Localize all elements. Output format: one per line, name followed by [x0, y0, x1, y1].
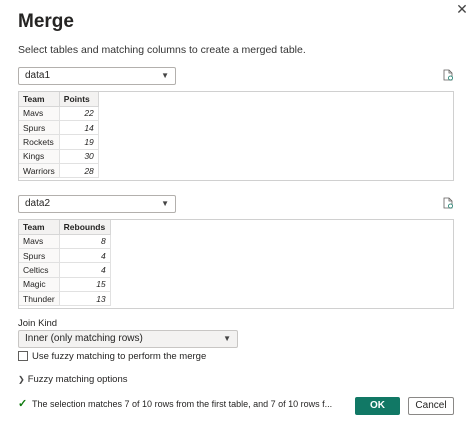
dialog-subtitle: Select tables and matching columns to cr…	[18, 44, 306, 56]
table1-cell-team: Warriors	[19, 163, 60, 179]
table-row: Mavs 8	[19, 234, 111, 249]
check-icon: ✓	[18, 398, 28, 410]
table1-cell-team: Kings	[19, 149, 60, 165]
table1-dropdown[interactable]: data1 ▼	[18, 67, 176, 85]
table2-cell-rebounds: 4	[59, 248, 111, 264]
table1-cell-points: 22	[59, 106, 99, 121]
table1-cell-points: 14	[59, 120, 99, 136]
chevron-right-icon: ❯	[18, 375, 25, 384]
table1-cell-points: 28	[59, 163, 99, 179]
table1-grid: Team Points Mavs 22 Spurs 14 Rockets 19	[19, 92, 99, 179]
table2-cell-rebounds: 8	[59, 234, 111, 249]
table1-cell-points: 30	[59, 149, 99, 165]
table2-cell-rebounds: 4	[59, 262, 111, 278]
chevron-down-icon: ▼	[161, 199, 169, 208]
refresh-preview-icon[interactable]	[442, 69, 454, 81]
fuzzy-options-label: Fuzzy matching options	[27, 374, 128, 385]
table-row: Celtics 4	[19, 262, 111, 278]
table-row: Spurs 14	[19, 120, 99, 136]
table2-cell-team: Thunder	[19, 291, 60, 307]
table2-cell-team: Mavs	[19, 234, 60, 249]
table-row: Rockets 19	[19, 134, 99, 150]
table2-cell-team: Spurs	[19, 248, 60, 264]
table-row: Kings 30	[19, 149, 99, 165]
chevron-down-icon: ▼	[223, 334, 231, 343]
table2-dropdown-value: data2	[25, 198, 51, 209]
table1-cell-team: Rockets	[19, 134, 60, 150]
table-row: Mavs 22	[19, 106, 99, 121]
join-kind-value: Inner (only matching rows)	[25, 333, 143, 344]
table2-header-team[interactable]: Team	[19, 220, 60, 235]
refresh-preview-icon[interactable]	[442, 197, 454, 209]
table1-dropdown-value: data1	[25, 70, 51, 81]
table1-header-points[interactable]: Points	[59, 92, 99, 107]
chevron-down-icon: ▼	[161, 71, 169, 80]
table2-cell-rebounds: 15	[59, 277, 111, 293]
table2-dropdown[interactable]: data2 ▼	[18, 195, 176, 213]
table1-header-team[interactable]: Team	[19, 92, 60, 107]
ok-button[interactable]: OK	[355, 397, 400, 415]
cancel-button[interactable]: Cancel	[408, 397, 454, 415]
fuzzy-matching-options-toggle[interactable]: ❯ Fuzzy matching options	[18, 374, 128, 385]
table2-grid: Team Rebounds Mavs 8 Spurs 4 Celtics 4 M…	[19, 220, 111, 307]
merge-dialog: ✕ Merge Select tables and matching colum…	[0, 0, 474, 434]
table2-cell-team: Celtics	[19, 262, 60, 278]
fuzzy-matching-label[interactable]: Use fuzzy matching to perform the merge	[32, 351, 206, 362]
table-row: Spurs 4	[19, 248, 111, 264]
table1-cell-points: 19	[59, 134, 99, 150]
dialog-title: Merge	[18, 11, 74, 32]
close-icon: ✕	[456, 1, 468, 17]
join-kind-dropdown[interactable]: Inner (only matching rows) ▼	[18, 330, 238, 348]
table-row: Magic 15	[19, 277, 111, 293]
table2-cell-team: Magic	[19, 277, 60, 293]
table2-cell-rebounds: 13	[59, 291, 111, 307]
table1-cell-team: Mavs	[19, 106, 60, 121]
table1-preview: Team Points Mavs 22 Spurs 14 Rockets 19	[18, 91, 454, 181]
fuzzy-matching-checkbox[interactable]	[18, 351, 28, 361]
table1-cell-team: Spurs	[19, 120, 60, 136]
table2-preview: Team Rebounds Mavs 8 Spurs 4 Celtics 4 M…	[18, 219, 454, 309]
table-row: Warriors 28	[19, 163, 99, 179]
join-kind-label: Join Kind	[18, 318, 58, 329]
match-status-text: The selection matches 7 of 10 rows from …	[32, 399, 333, 409]
table2-header-rebounds[interactable]: Rebounds	[59, 220, 111, 235]
table-row: Thunder 13	[19, 291, 111, 307]
close-button[interactable]: ✕	[451, 0, 473, 20]
